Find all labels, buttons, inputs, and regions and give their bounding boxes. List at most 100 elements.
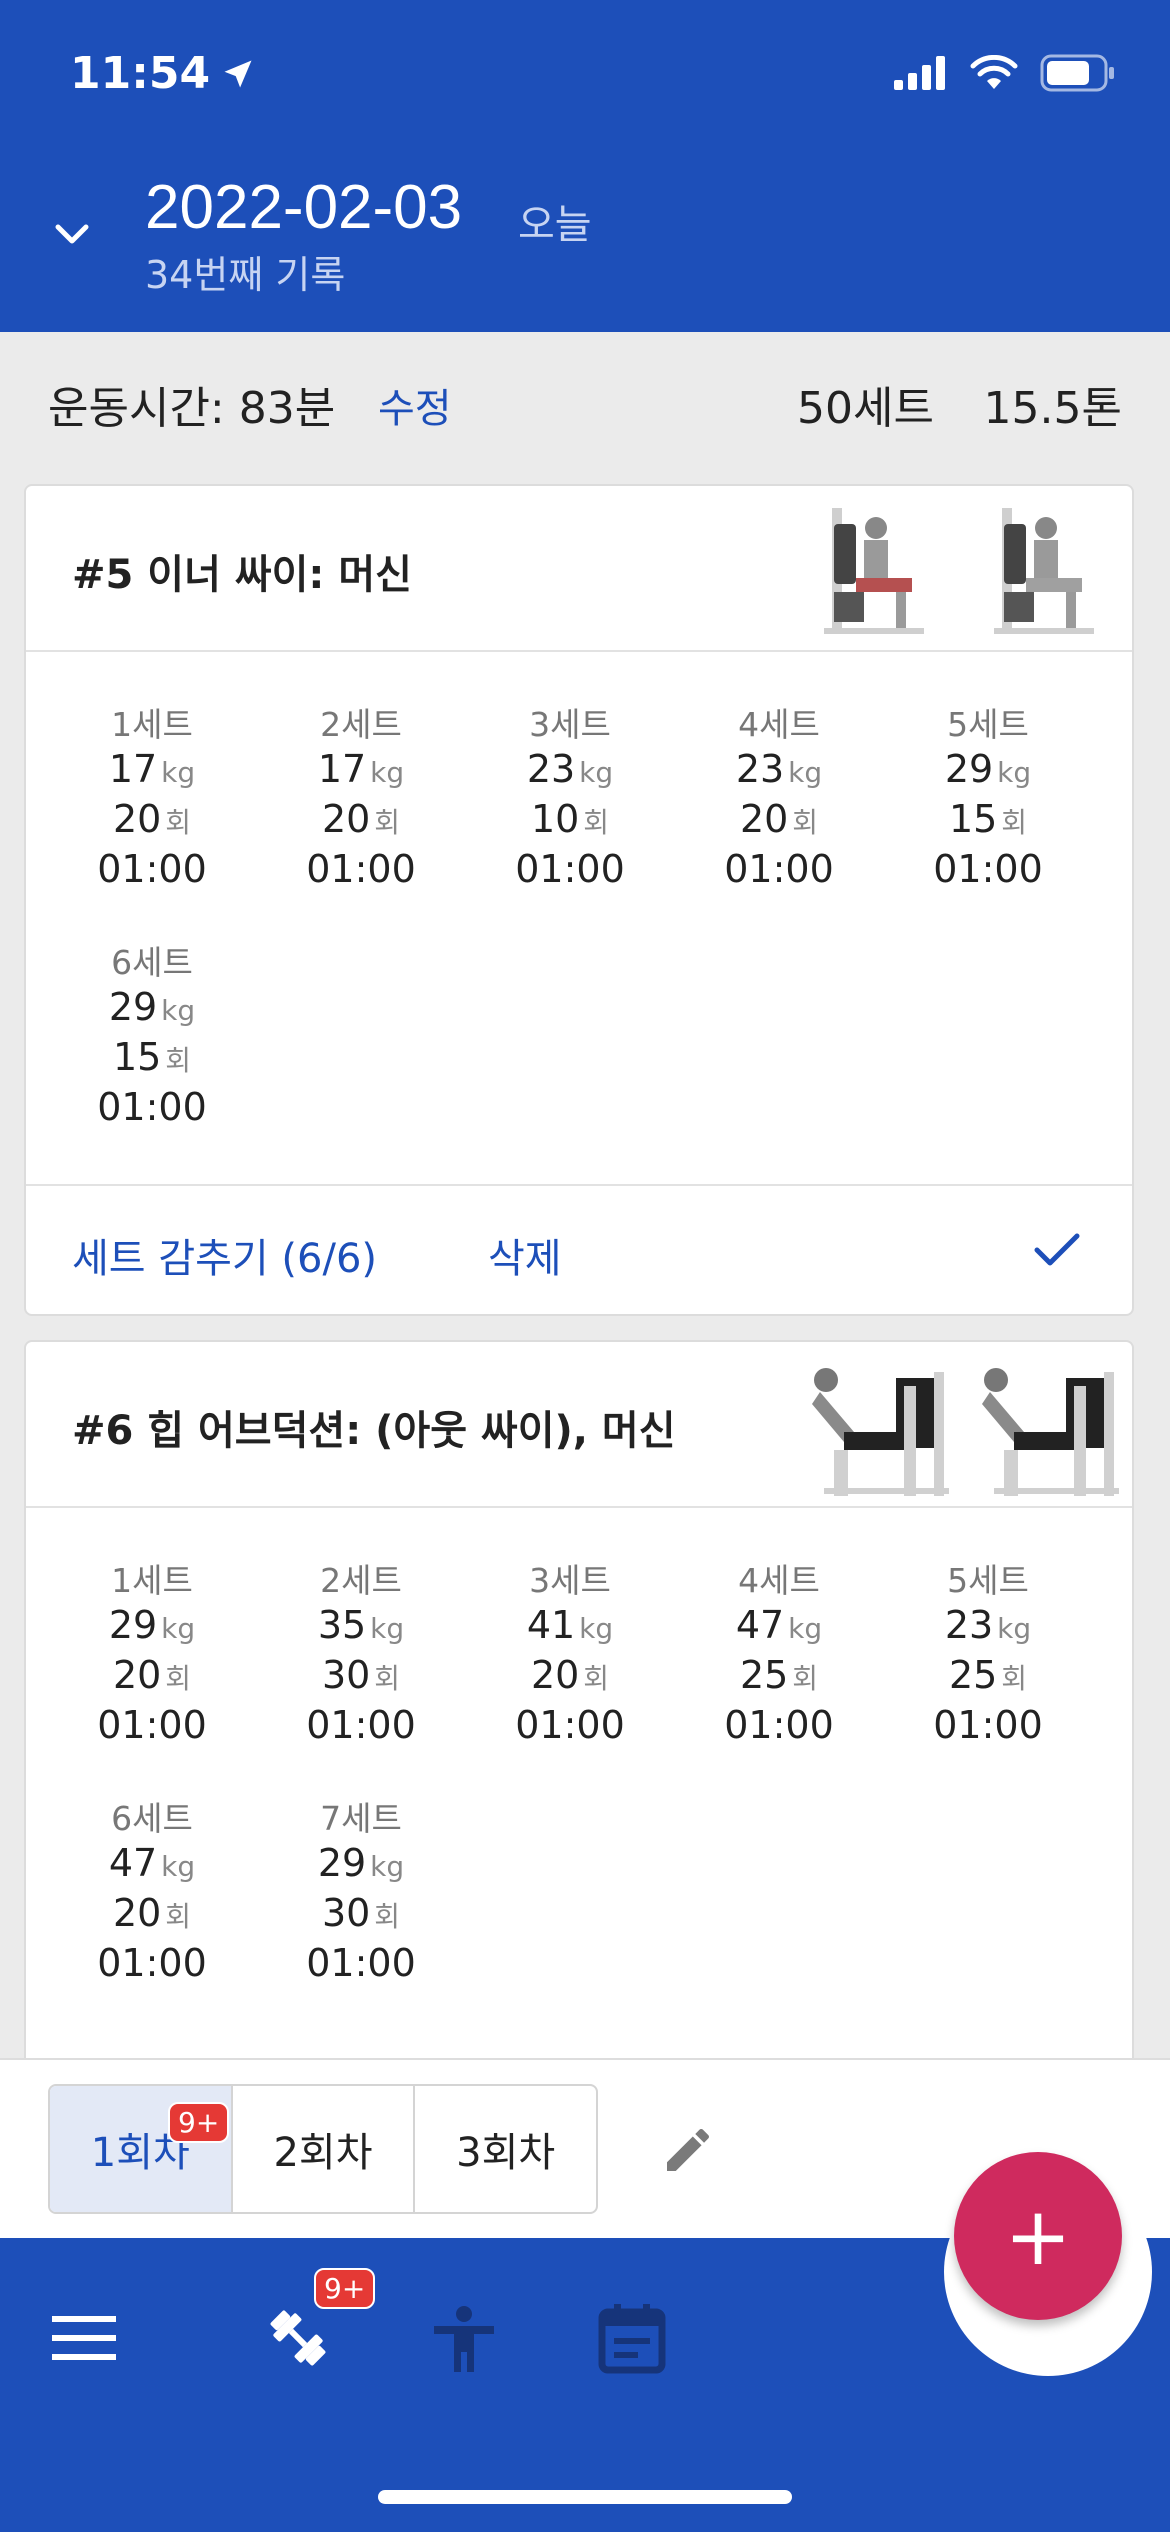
- set-item[interactable]: 6세트 47 kg 20 회 01:00: [52, 1792, 252, 1986]
- set-item[interactable]: 5세트 29 kg 15 회 01:00: [888, 698, 1088, 892]
- exercise-card: #5 이너 싸이: 머신 1세트 17 kg 20 회 01:00 2세트 17…: [24, 484, 1134, 1316]
- person-icon[interactable]: [424, 2298, 504, 2378]
- weight-unit: kg: [788, 1612, 823, 1645]
- exercise-card-footer: 세트 감추기 (6/6) 삭제: [26, 1184, 1132, 1314]
- total-sets: 50세트: [797, 383, 934, 434]
- hide-sets-button[interactable]: 세트 감추기 (6/6): [72, 1226, 377, 1284]
- set-rest: 01:00: [515, 1703, 625, 1747]
- menu-icon[interactable]: [44, 2298, 124, 2378]
- set-item[interactable]: 3세트 23 kg 10 회 01:00: [470, 698, 670, 892]
- set-label: 1세트: [111, 1561, 193, 1600]
- tab-session-1[interactable]: 1회차 9+: [50, 2086, 233, 2212]
- set-item[interactable]: 6세트 29 kg 15 회 01:00: [52, 936, 252, 1130]
- set-item[interactable]: 1세트 17 kg 20 회 01:00: [52, 698, 252, 892]
- set-label: 3세트: [529, 1561, 611, 1600]
- set-item[interactable]: 1세트 29 kg 20 회 01:00: [52, 1554, 252, 1748]
- set-label: 4세트: [738, 705, 820, 744]
- tab-session-3[interactable]: 3회차: [415, 2086, 596, 2212]
- reps-unit: 회: [1001, 1662, 1028, 1695]
- set-item[interactable]: 3세트 41 kg 20 회 01:00: [470, 1554, 670, 1748]
- exercise-card-header[interactable]: #5 이너 싸이: 머신: [26, 486, 1132, 652]
- set-label: 7세트: [320, 1799, 402, 1838]
- set-rest: 01:00: [97, 847, 207, 891]
- pencil-icon[interactable]: [660, 2122, 716, 2178]
- tab-label: 3회차: [456, 2130, 556, 2176]
- reps-unit: 회: [165, 1662, 192, 1695]
- calendar-icon[interactable]: [592, 2298, 672, 2378]
- set-item[interactable]: 4세트 23 kg 20 회 01:00: [679, 698, 879, 892]
- set-reps: 20: [112, 1891, 162, 1935]
- set-weight: 35: [317, 1603, 367, 1647]
- set-label: 5세트: [947, 1561, 1029, 1600]
- set-weight: 47: [108, 1841, 158, 1885]
- set-reps: 20: [112, 797, 162, 841]
- reps-unit: 회: [374, 806, 401, 839]
- wifi-icon: [970, 55, 1018, 89]
- check-icon[interactable]: [1032, 1230, 1082, 1270]
- tab-session-2[interactable]: 2회차: [233, 2086, 416, 2212]
- set-rest: 01:00: [97, 1941, 207, 1985]
- set-reps: 20: [112, 1653, 162, 1697]
- delete-exercise-button[interactable]: 삭제: [488, 1226, 562, 1284]
- home-indicator: [378, 2490, 792, 2504]
- exercise-title: #5 이너 싸이: 머신: [72, 552, 412, 598]
- reps-unit: 회: [792, 806, 819, 839]
- set-weight: 17: [108, 747, 158, 791]
- weight-unit: kg: [997, 1612, 1032, 1645]
- set-label: 1세트: [111, 705, 193, 744]
- weight-unit: kg: [370, 756, 405, 789]
- set-weight: 47: [735, 1603, 785, 1647]
- status-time: 11:54: [70, 48, 211, 99]
- status-time-group: 11:54: [70, 48, 256, 99]
- weight-unit: kg: [161, 1850, 196, 1883]
- set-label: 2세트: [320, 1561, 402, 1600]
- set-reps: 20: [321, 797, 371, 841]
- set-label: 5세트: [947, 705, 1029, 744]
- reps-unit: 회: [583, 806, 610, 839]
- reps-unit: 회: [165, 806, 192, 839]
- notification-badge: 9+: [168, 2102, 230, 2143]
- workout-summary: 운동시간: 83분 수정 50세트 15.5톤: [48, 372, 1122, 434]
- weight-unit: kg: [788, 756, 823, 789]
- reps-unit: 회: [374, 1662, 401, 1695]
- tab-label: 2회차: [273, 2130, 373, 2176]
- bottom-navigation: + 9+: [0, 2152, 1170, 2532]
- set-reps: 20: [530, 1653, 580, 1697]
- set-weight: 29: [108, 1603, 158, 1647]
- reps-unit: 회: [792, 1662, 819, 1695]
- exercise-title: #6 힙 어브덕션: (아웃 싸이), 머신: [72, 1408, 676, 1454]
- set-reps: 15: [948, 797, 998, 841]
- battery-icon: [1040, 54, 1114, 92]
- set-item[interactable]: 2세트 17 kg 20 회 01:00: [261, 698, 461, 892]
- set-item[interactable]: 2세트 35 kg 30 회 01:00: [261, 1554, 461, 1748]
- reps-unit: 회: [583, 1662, 610, 1695]
- dumbbell-icon[interactable]: [258, 2298, 338, 2378]
- weight-unit: kg: [161, 994, 196, 1027]
- weight-unit: kg: [579, 1612, 614, 1645]
- set-label: 4세트: [738, 1561, 820, 1600]
- record-count: 34번째 기록: [145, 253, 346, 297]
- add-button[interactable]: +: [954, 2152, 1122, 2320]
- set-weight: 29: [108, 985, 158, 1029]
- edit-duration-button[interactable]: 수정: [378, 376, 452, 434]
- exercise-thumbnail-image: [982, 1368, 1119, 1496]
- reps-unit: 회: [165, 1044, 192, 1077]
- weight-unit: kg: [370, 1850, 405, 1883]
- set-reps: 30: [321, 1891, 371, 1935]
- exercise-card-header[interactable]: #6 힙 어브덕션: (아웃 싸이), 머신: [26, 1342, 1132, 1508]
- set-item[interactable]: 4세트 47 kg 25 회 01:00: [679, 1554, 879, 1748]
- total-weight: 15.5톤: [983, 383, 1122, 434]
- set-rest: 01:00: [933, 1703, 1043, 1747]
- set-weight: 17: [317, 747, 367, 791]
- set-rest: 01:00: [306, 1941, 416, 1985]
- chevron-down-icon[interactable]: [52, 215, 92, 255]
- set-weight: 29: [317, 1841, 367, 1885]
- set-item[interactable]: 5세트 23 kg 25 회 01:00: [888, 1554, 1088, 1748]
- set-weight: 41: [526, 1603, 576, 1647]
- set-weight: 23: [735, 747, 785, 791]
- set-weight: 23: [526, 747, 576, 791]
- set-rest: 01:00: [933, 847, 1043, 891]
- set-item[interactable]: 7세트 29 kg 30 회 01:00: [261, 1792, 461, 1986]
- set-rest: 01:00: [306, 847, 416, 891]
- weight-unit: kg: [997, 756, 1032, 789]
